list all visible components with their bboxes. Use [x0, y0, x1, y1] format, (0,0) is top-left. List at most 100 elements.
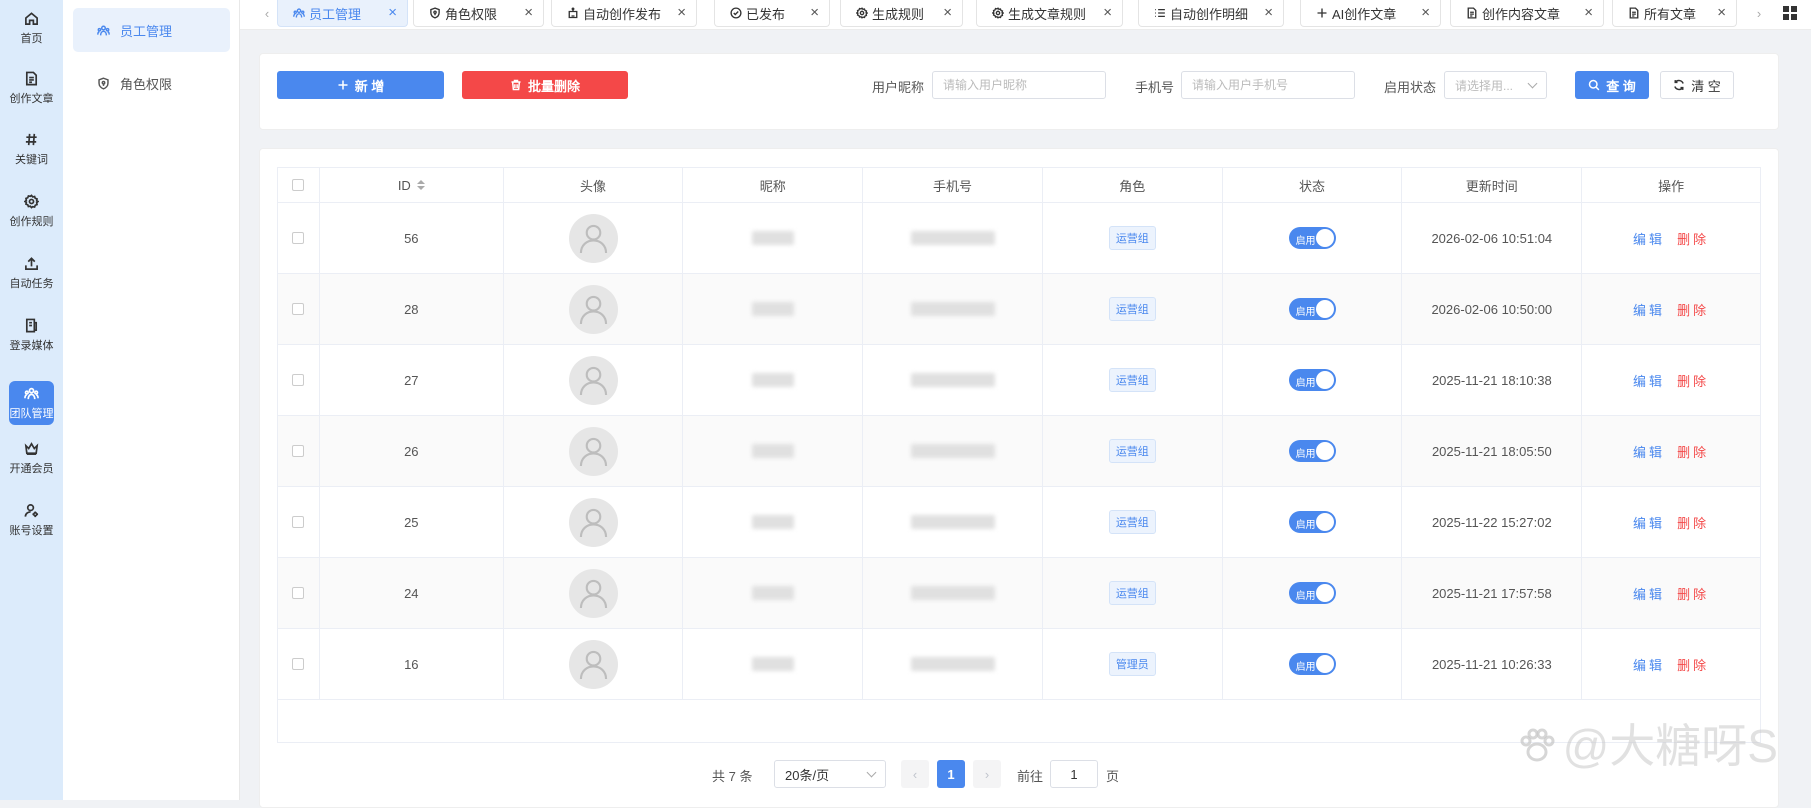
cell-avatar — [504, 345, 684, 415]
row-checkbox[interactable] — [292, 587, 305, 599]
redacted-nickname — [751, 302, 794, 316]
rail-item-account-settings[interactable]: 账号设置 — [0, 495, 63, 545]
next-page-button[interactable]: › — [973, 760, 1001, 788]
rail-item-home[interactable]: 首页 — [0, 3, 63, 53]
edit-button[interactable]: 编辑 — [1633, 300, 1665, 319]
status-toggle[interactable]: 启用 — [1288, 582, 1336, 604]
cell-actions: 编辑 删除 — [1582, 416, 1760, 486]
tab-role-permissions[interactable]: 角色权限 × — [413, 0, 544, 27]
tab-auto-create-publish[interactable]: 自动创作发布 × — [551, 0, 697, 27]
close-icon[interactable]: × — [388, 5, 397, 20]
rail-item-membership[interactable]: 开通会员 — [0, 433, 63, 483]
delete-button[interactable]: 删除 — [1677, 584, 1709, 603]
delete-button[interactable]: 删除 — [1677, 442, 1709, 461]
close-icon[interactable]: × — [1264, 5, 1273, 20]
delete-button[interactable]: 删除 — [1677, 371, 1709, 390]
rail-item-keywords[interactable]: 关键词 — [0, 124, 63, 174]
submenu-item-staff-management[interactable]: 员工管理 — [73, 8, 230, 52]
row-checkbox[interactable] — [292, 232, 305, 244]
cell-nickname — [683, 487, 864, 557]
rail-item-create-article[interactable]: 创作文章 — [0, 63, 63, 113]
query-button[interactable]: 查 询 — [1575, 71, 1649, 99]
delete-button[interactable]: 删除 — [1677, 655, 1709, 674]
tab-ai-articles[interactable]: AI创作文章 × — [1300, 0, 1441, 27]
submenu-item-role-permissions[interactable]: 角色权限 — [73, 61, 230, 105]
edit-button[interactable]: 编辑 — [1633, 584, 1665, 603]
rail-item-team-management[interactable]: 团队管理 — [9, 381, 54, 425]
cell-status: 启用 — [1223, 558, 1403, 628]
select-all-checkbox[interactable] — [292, 179, 305, 191]
tab-generate-article-rules[interactable]: 生成文章规则 × — [976, 0, 1123, 27]
phone-label: 手机号 — [1135, 80, 1175, 95]
tab-content-articles[interactable]: 创作内容文章 × — [1450, 0, 1604, 27]
edit-button[interactable]: 编辑 — [1633, 513, 1665, 532]
edit-button[interactable]: 编辑 — [1633, 371, 1665, 390]
status-select[interactable]: 请选择用... — [1444, 71, 1547, 99]
status-toggle[interactable]: 启用 — [1288, 511, 1336, 533]
watermark: @大糖呀S — [1517, 710, 1778, 776]
close-icon[interactable]: × — [1717, 5, 1726, 20]
close-icon[interactable]: × — [524, 5, 533, 20]
row-checkbox[interactable] — [292, 658, 305, 670]
status-toggle[interactable]: 启用 — [1288, 369, 1336, 391]
row-checkbox[interactable] — [292, 516, 305, 528]
clear-button[interactable]: 清 空 — [1660, 71, 1734, 99]
tab-staff-management[interactable]: 员工管理 × — [277, 0, 408, 27]
tab-auto-create-details[interactable]: 自动创作明细 × — [1138, 0, 1284, 27]
status-toggle[interactable]: 启用 — [1288, 653, 1336, 675]
status-toggle[interactable]: 启用 — [1288, 227, 1336, 249]
close-icon[interactable]: × — [1421, 5, 1430, 20]
robot-icon — [567, 7, 579, 19]
plus-icon — [337, 79, 349, 91]
team-icon — [97, 24, 110, 37]
header-actions: 操作 — [1658, 178, 1685, 194]
tab-published[interactable]: 已发布 × — [714, 0, 830, 27]
rail-item-auto-tasks[interactable]: 自动任务 — [0, 248, 63, 298]
header-phone: 手机号 — [863, 168, 1043, 202]
tab-all-articles[interactable]: 所有文章 × — [1612, 0, 1737, 27]
cell-phone — [863, 274, 1043, 344]
delete-button[interactable]: 删除 — [1677, 300, 1709, 319]
rail-item-label: 关键词 — [15, 154, 48, 166]
rail-item-create-rules[interactable]: 创作规则 — [0, 186, 63, 236]
cell-avatar — [504, 203, 684, 273]
status-toggle-label: 启用 — [1295, 378, 1316, 389]
tab-scroll-right-button[interactable]: › — [1749, 0, 1769, 26]
delete-button[interactable]: 删除 — [1677, 513, 1709, 532]
add-button[interactable]: 新 增 — [277, 71, 444, 99]
row-checkbox[interactable] — [292, 445, 305, 457]
close-icon[interactable]: × — [1103, 5, 1112, 20]
grid-menu-icon[interactable] — [1783, 6, 1797, 20]
edit-button[interactable]: 编辑 — [1633, 442, 1665, 461]
row-checkbox[interactable] — [292, 374, 305, 386]
page-number-1[interactable]: 1 — [937, 760, 965, 788]
close-icon[interactable]: × — [943, 5, 952, 20]
header-avatar: 头像 — [504, 168, 684, 202]
cell-id: 25 — [320, 487, 504, 557]
close-icon[interactable]: × — [810, 5, 819, 20]
status-select-placeholder: 请选择用... — [1455, 78, 1514, 93]
close-icon[interactable]: × — [677, 5, 686, 20]
tab-label: 所有文章 — [1644, 6, 1697, 22]
tab-scroll-left-button[interactable]: ‹ — [257, 0, 277, 26]
close-icon[interactable]: × — [1584, 5, 1593, 20]
nickname-input[interactable] — [932, 71, 1106, 99]
phone-input[interactable] — [1181, 71, 1355, 99]
gear-icon — [992, 7, 1004, 19]
batch-delete-button[interactable]: 批量删除 — [462, 71, 628, 99]
edit-button[interactable]: 编辑 — [1633, 655, 1665, 674]
header-role: 角色 — [1043, 168, 1223, 202]
goto-page-input[interactable] — [1050, 760, 1098, 788]
delete-button[interactable]: 删除 — [1677, 229, 1709, 248]
tab-generate-rules[interactable]: 生成规则 × — [840, 0, 963, 27]
header-id[interactable]: ID — [320, 168, 504, 202]
rail-item-login-media[interactable]: 登录媒体 — [0, 310, 63, 360]
row-checkbox[interactable] — [292, 303, 305, 315]
status-toggle[interactable]: 启用 — [1288, 440, 1336, 462]
edit-button[interactable]: 编辑 — [1633, 229, 1665, 248]
page-size-select[interactable]: 20条/页 — [774, 760, 886, 788]
prev-page-button[interactable]: ‹ — [901, 760, 929, 788]
sort-icon[interactable] — [416, 180, 425, 190]
status-toggle[interactable]: 启用 — [1288, 298, 1336, 320]
row-select-cell — [278, 203, 320, 273]
